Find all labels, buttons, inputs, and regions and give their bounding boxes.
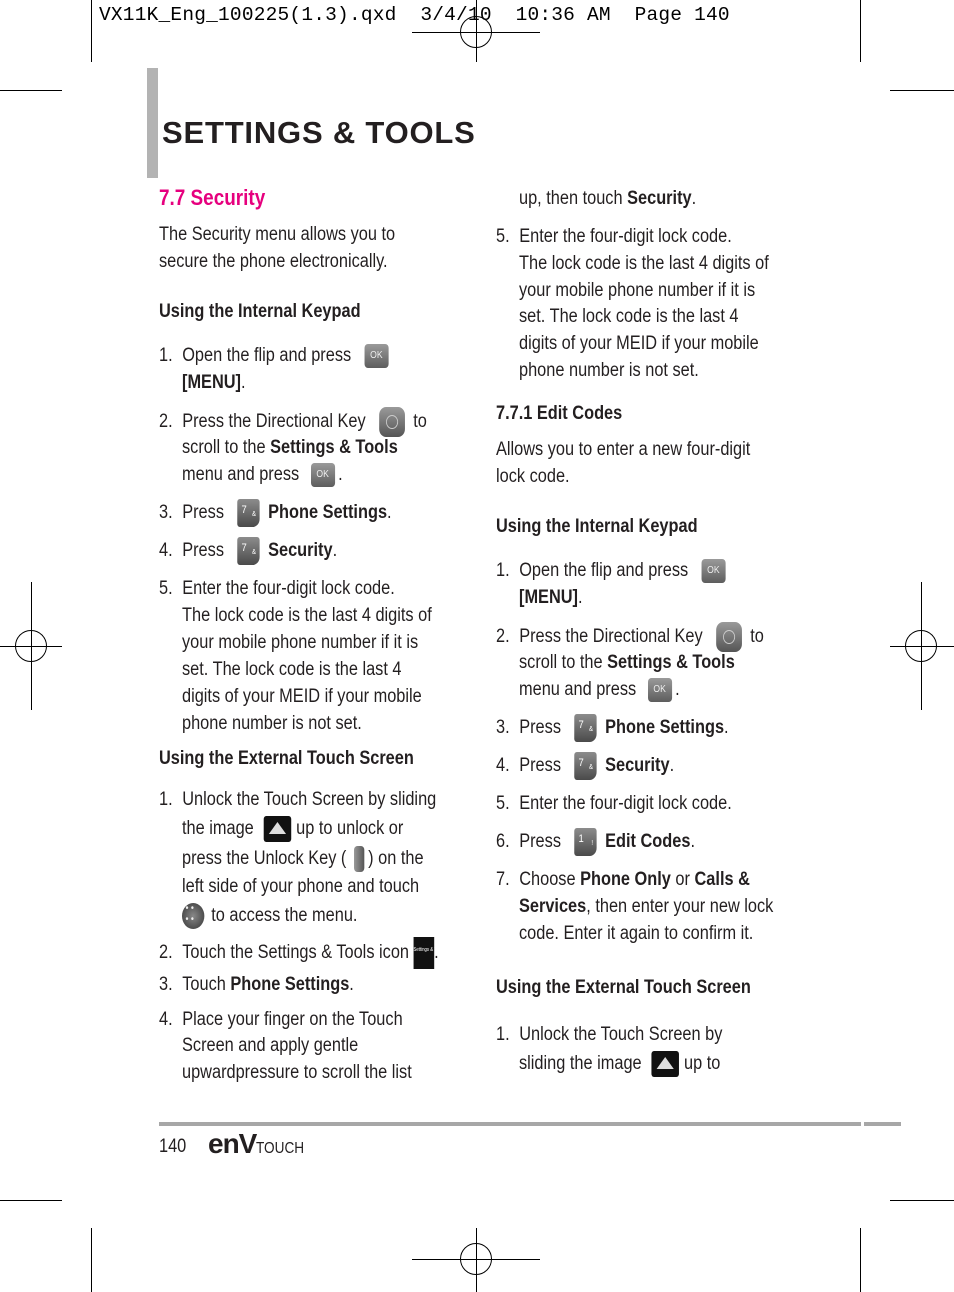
- directional-key-icon: [715, 622, 742, 652]
- crop-mark: [860, 1228, 861, 1292]
- unlock-slider-icon: [263, 815, 291, 842]
- step-2-cont: menu and press OK.: [182, 462, 343, 487]
- key-1-icon: 1!: [574, 828, 597, 856]
- unlock-key-icon: [354, 845, 365, 872]
- brand-touch: TOUCH: [256, 1140, 305, 1157]
- step-5: 5. Enter the four-digit lock code.: [159, 578, 395, 599]
- crop-mark: [91, 1228, 92, 1292]
- subheading-external-touch: Using the External Touch Screen: [159, 748, 414, 769]
- title-accent-bar: [147, 68, 158, 178]
- step-7: 7. Choose Phone Only or Calls &: [496, 869, 750, 890]
- ext-step-3: 3. Touch Phone Settings.: [159, 974, 354, 995]
- step-5-line: your mobile phone number if it is: [182, 632, 419, 653]
- edit-intro-line: Allows you to enter a new four-digit: [496, 439, 751, 460]
- ext-step-4-line: upwardpressure to scroll the list: [182, 1062, 412, 1083]
- settings-tools-icon: Settings & Tools: [413, 937, 444, 969]
- continued-step: up, then touch Security.: [519, 188, 697, 209]
- subheading-internal-keypad: Using the Internal Keypad: [159, 301, 361, 322]
- ok-key-icon: OK: [701, 558, 726, 583]
- key-7-icon: 7 &: [237, 537, 260, 565]
- ext-step-4-line: Screen and apply gentle: [182, 1035, 359, 1056]
- menu-icon: [182, 902, 205, 929]
- ext-step-1-line: sliding the image up to: [519, 1050, 720, 1077]
- step-5: 5. Enter the four-digit lock code.: [496, 793, 732, 814]
- footer-rule: [864, 1122, 901, 1126]
- step-5-line: set. The lock code is the last 4: [519, 306, 739, 327]
- ext-step-1: 1. Unlock the Touch Screen by: [496, 1024, 723, 1045]
- step-1: 1. Open the flip and press OK: [159, 342, 389, 369]
- key-7-icon: 7 &: [237, 499, 260, 527]
- crop-mark: [0, 1200, 62, 1201]
- step-7-line: code. Enter it again to confirm it.: [519, 923, 754, 944]
- page-number: 140: [159, 1136, 187, 1157]
- ext-step-1-line: to access the menu.: [182, 902, 357, 929]
- crop-mark: [890, 1200, 954, 1201]
- directional-key-icon: [378, 407, 405, 437]
- ext-step-1-line: press the Unlock Key ( ) on the: [182, 845, 424, 872]
- step-7-line: Services, then enter your new lock: [519, 896, 774, 917]
- footer-rule: [159, 1122, 861, 1126]
- step-4: 4. Press 7 & Security.: [159, 537, 337, 565]
- registration-circle: [15, 630, 47, 662]
- section-heading: 7.7 Security: [159, 185, 266, 210]
- ext-step-1-line: the image up to unlock or: [182, 815, 403, 842]
- ok-key-icon: OK: [647, 677, 672, 702]
- step-6: 6. Press 1! Edit Codes.: [496, 828, 695, 856]
- step-4: 4. Press 7 & Security.: [496, 752, 674, 780]
- step-5: 5. Enter the four-digit lock code.: [496, 226, 732, 247]
- subheading-edit-codes: 7.7.1 Edit Codes: [496, 403, 623, 424]
- step-3: 3. Press 7 & Phone Settings.: [159, 499, 392, 527]
- subheading-external-touch: Using the External Touch Screen: [496, 977, 751, 998]
- step-5-line: phone number is not set.: [182, 713, 362, 734]
- ext-step-1-line: left side of your phone and touch: [182, 876, 420, 897]
- page-title: SETTINGS & TOOLS: [162, 115, 476, 150]
- registration-circle: [460, 16, 492, 48]
- step-2-cont: scroll to the Settings & Tools: [519, 652, 735, 673]
- intro-line: The Security menu allows you to: [159, 224, 396, 245]
- step-5-line: The lock code is the last 4 digits of: [519, 253, 769, 274]
- edit-intro-line: lock code.: [496, 466, 570, 487]
- registration-circle: [905, 630, 937, 662]
- step-2-cont: menu and press OK.: [519, 677, 680, 702]
- step-5-line: your mobile phone number if it is: [519, 280, 756, 301]
- brand-env: enV: [208, 1128, 257, 1159]
- crop-mark: [860, 0, 861, 62]
- brand-logo: enVTOUCH: [208, 1128, 313, 1160]
- step-3: 3. Press 7 & Phone Settings.: [496, 714, 729, 742]
- intro-line: secure the phone electronically.: [159, 251, 388, 272]
- subheading-internal-keypad: Using the Internal Keypad: [496, 516, 698, 537]
- step-1-cont: [MENU].: [519, 587, 583, 608]
- step-2: 2. Press the Directional Key to: [496, 622, 764, 652]
- step-5-line: The lock code is the last 4 digits of: [182, 605, 432, 626]
- step-1-cont: [MENU].: [182, 372, 246, 393]
- ok-key-icon: OK: [364, 343, 389, 368]
- key-7-icon: 7 &: [574, 752, 597, 780]
- ext-step-1: 1. Unlock the Touch Screen by sliding: [159, 789, 437, 810]
- crop-mark: [91, 0, 92, 62]
- crop-mark: [890, 90, 954, 91]
- step-2: 2. Press the Directional Key to: [159, 407, 427, 437]
- ext-step-4: 4. Place your finger on the Touch: [159, 1009, 403, 1030]
- step-2-cont: scroll to the Settings & Tools: [182, 437, 398, 458]
- step-5-line: set. The lock code is the last 4: [182, 659, 402, 680]
- crop-mark: [0, 90, 62, 91]
- step-1: 1. Open the flip and press OK: [496, 557, 726, 584]
- step-5-line: digits of your MEID if your mobile: [519, 333, 759, 354]
- key-7-icon: 7 &: [574, 714, 597, 742]
- print-slug: VX11K_Eng_100225(1.3).qxd 3/4/10 10:36 A…: [99, 4, 730, 26]
- ext-step-2: 2. Touch the Settings & Tools icon Settin…: [159, 937, 444, 969]
- ok-key-icon: OK: [310, 462, 335, 487]
- unlock-slider-icon: [651, 1050, 679, 1077]
- step-5-line: digits of your MEID if your mobile: [182, 686, 422, 707]
- registration-circle: [460, 1243, 492, 1275]
- step-5-line: phone number is not set.: [519, 360, 699, 381]
